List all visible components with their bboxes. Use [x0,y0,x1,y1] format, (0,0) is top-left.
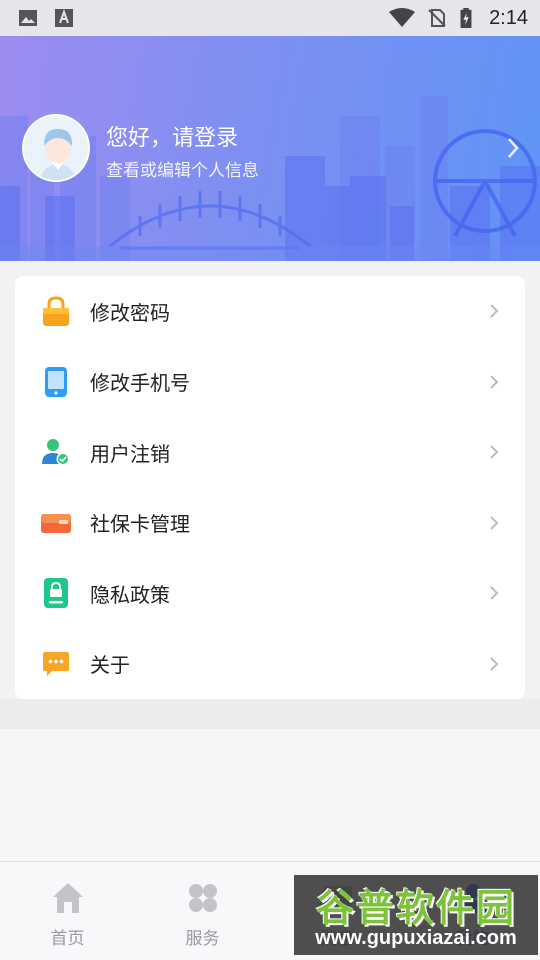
status-bar: 2:14 [0,0,540,36]
nav-item-home[interactable]: 首页 [0,862,135,960]
image-notification-icon [19,10,37,26]
phone-icon [45,366,67,397]
clock: 2:14 [489,6,528,29]
menu-item-label: 关于 [90,653,130,678]
content-blank-area [0,729,540,861]
settings-menu-card: 修改密码 修改手机号 用户注销 社保卡管理 隐私政策 关于 [15,276,525,699]
menu-item-change-password[interactable]: 修改密码 [15,276,525,347]
no-sim-icon [428,9,446,27]
chevron-right-icon [490,586,499,600]
watermark-url: www.gupuxiazai.com [315,927,517,949]
grid-icon [188,884,217,912]
chevron-right-icon [490,375,499,389]
profile-header[interactable]: 您好，请登录 查看或编辑个人信息 [0,36,540,261]
menu-item-label: 隐私政策 [90,582,170,607]
menu-item-label: 用户注销 [90,441,170,466]
wifi-icon [389,8,416,27]
avatar[interactable] [22,114,90,182]
user-cancel-icon [42,439,70,466]
card-icon [41,513,71,533]
privacy-icon [44,578,68,609]
nav-label: 首页 [50,929,85,949]
chevron-right-icon [490,516,499,530]
menu-item-user-cancel[interactable]: 用户注销 [15,417,525,488]
chevron-right-icon [490,445,499,459]
watermark-title: 谷普软件园 [315,886,516,930]
chevron-right-icon [490,304,499,318]
menu-item-change-phone[interactable]: 修改手机号 [15,347,525,418]
status-left [18,8,74,28]
login-greeting[interactable]: 您好，请登录 [106,120,238,152]
status-right: 2:14 [389,7,528,30]
section-divider [0,699,540,729]
nav-item-service[interactable]: 服务 [135,862,270,960]
menu-item-label: 修改密码 [90,300,170,325]
chevron-right-icon[interactable] [506,136,520,160]
home-icon [52,883,83,913]
lock-icon [43,296,69,327]
menu-item-about[interactable]: 关于 [15,629,525,700]
menu-item-privacy-policy[interactable]: 隐私政策 [15,558,525,629]
chevron-right-icon [490,657,499,671]
battery-charging-icon [460,8,472,28]
menu-item-label: 修改手机号 [90,371,190,396]
menu-item-social-card[interactable]: 社保卡管理 [15,488,525,559]
site-watermark: 谷普软件园 www.gupuxiazai.com [294,875,538,955]
nav-label: 服务 [185,929,220,949]
profile-subtitle: 查看或编辑个人信息 [106,161,259,181]
text-notification-icon [55,9,73,27]
message-icon [43,651,69,676]
menu-item-label: 社保卡管理 [90,512,190,537]
